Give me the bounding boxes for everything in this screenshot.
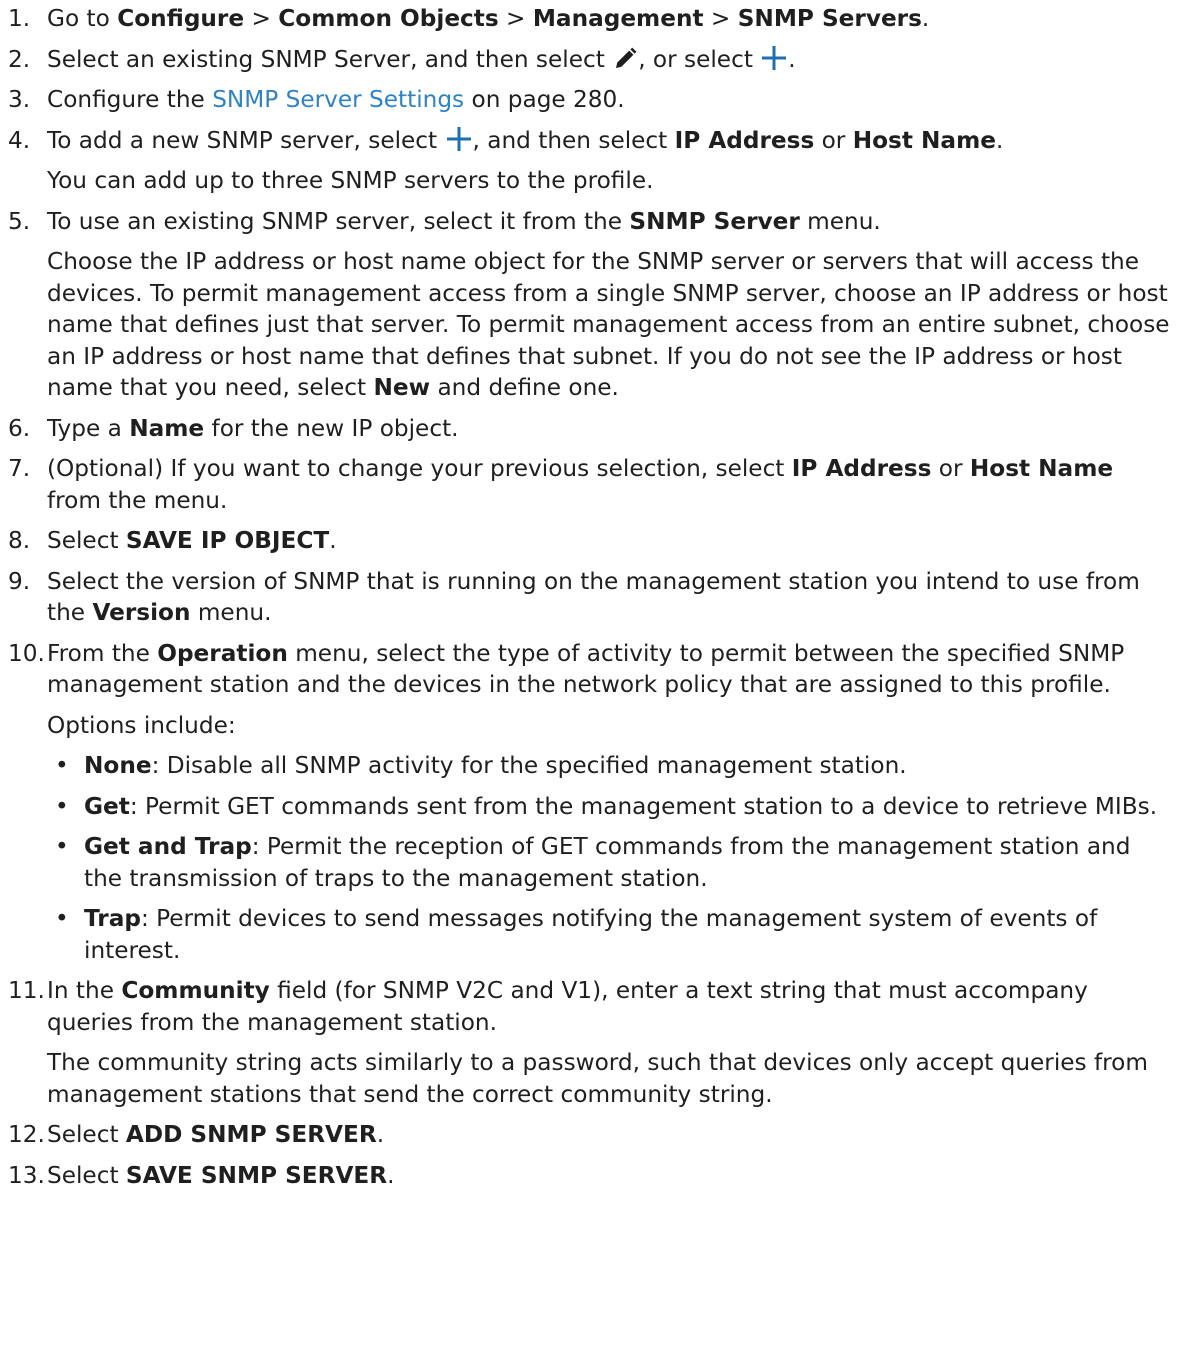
step-text: To add a new SNMP server, select , and t… <box>47 126 1004 154</box>
step-8: 8. Select SAVE IP OBJECT. <box>0 525 1182 557</box>
bullet: • <box>55 905 69 932</box>
step-number: 7. <box>8 455 31 482</box>
step-number: 9. <box>8 567 31 595</box>
step-text: In the Community field (for SNMP V2C and… <box>47 977 1088 1036</box>
step-7: 7. (Optional) If you want to change your… <box>0 453 1182 516</box>
step-2: 2. Select an existing SNMP Server, and t… <box>0 44 1182 76</box>
plus-icon <box>761 45 787 71</box>
step-number: 8. <box>8 527 31 554</box>
step-4: 4. To add a new SNMP server, select , an… <box>0 125 1182 157</box>
menu-common-objects: Common Objects <box>278 5 499 32</box>
step-3: 3. Configure the SNMP Server Settings on… <box>0 84 1182 116</box>
bullet: • <box>55 833 69 860</box>
step-text: Go to Configure > Common Objects > Manag… <box>47 5 930 32</box>
step-4-note: You can add up to three SNMP servers to … <box>47 167 654 194</box>
list-item: • Trap: Permit devices to send messages n… <box>55 905 1098 964</box>
step-text: Select SAVE IP OBJECT. <box>47 527 337 554</box>
step-number: 5. <box>8 207 31 235</box>
step-text: To use an existing SNMP server, select i… <box>47 207 881 235</box>
step-12: 12. Select ADD SNMP SERVER. <box>0 1119 1182 1151</box>
step-number: 2. <box>8 45 31 73</box>
list-item: • Get: Permit GET commands sent from the … <box>0 791 1182 823</box>
step-6: 6. Type a Name for the new IP object. <box>0 413 1182 445</box>
step-text: Select the version of SNMP that is runni… <box>47 567 1140 627</box>
plus-icon <box>446 126 472 152</box>
pencil-icon <box>613 47 637 71</box>
step-1: 1. Go to Configure > Common Objects > Ma… <box>0 3 1182 35</box>
step-text: Select SAVE SNMP SERVER. <box>47 1161 395 1189</box>
step-text: Select ADD SNMP SERVER. <box>47 1121 385 1148</box>
step-10-note: Options include: <box>47 711 236 739</box>
step-10: 10. From the Operation menu, select the … <box>0 638 1182 701</box>
snmp-server-settings-link[interactable]: SNMP Server Settings <box>212 86 464 113</box>
step-11-note: The community string acts similarly to a… <box>47 1049 1148 1108</box>
step-9: 9. Select the version of SNMP that is ru… <box>0 566 1182 629</box>
step-text: From the Operation menu, select the type… <box>47 639 1125 699</box>
step-text: Configure the SNMP Server Settings on pa… <box>47 86 625 113</box>
operation-options-list: • None: Disable all SNMP activity for the… <box>0 750 1182 966</box>
step-number: 10. <box>8 639 45 667</box>
step-number: 13. <box>8 1161 45 1189</box>
step-text: (Optional) If you want to change your pr… <box>47 455 1114 514</box>
procedure-page: 1. Go to Configure > Common Objects > Ma… <box>0 0 1182 1368</box>
bullet: • <box>55 752 69 779</box>
step-text: Select an existing SNMP Server, and then… <box>47 45 796 73</box>
step-11: 11. In the Community field (for SNMP V2C… <box>0 975 1182 1038</box>
step-5: 5. To use an existing SNMP server, selec… <box>0 206 1182 238</box>
menu-management: Management <box>532 5 704 32</box>
step-13: 13. Select SAVE SNMP SERVER. <box>0 1160 1182 1192</box>
step-number: 6. <box>8 414 31 442</box>
step-number: 4. <box>8 126 31 154</box>
step-number: 3. <box>8 86 31 113</box>
step-text: Type a Name for the new IP object. <box>47 414 459 442</box>
step-5-note: Choose the IP address or host name objec… <box>47 248 1170 401</box>
menu-configure: Configure <box>117 5 245 32</box>
step-number: 11. <box>8 977 45 1004</box>
step-number: 12. <box>8 1121 45 1148</box>
step-number: 1. <box>8 5 31 32</box>
list-item: • None: Disable all SNMP activity for the… <box>0 750 1182 782</box>
menu-snmp-servers: SNMP Servers <box>737 5 922 32</box>
bullet: • <box>55 792 69 820</box>
list-item: • Get and Trap: Permit the reception of G… <box>55 833 1131 892</box>
